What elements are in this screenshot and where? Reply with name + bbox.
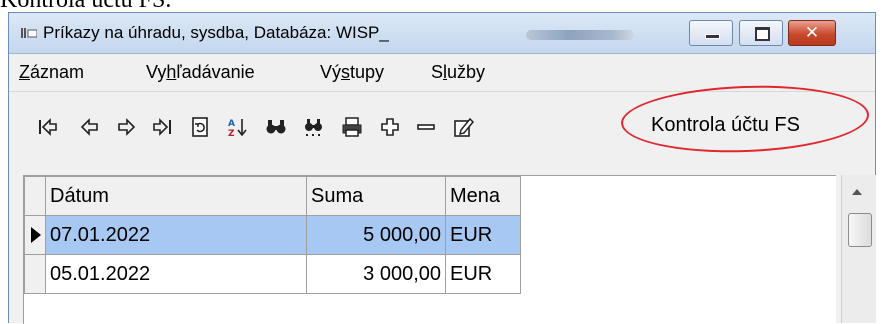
add-record-icon[interactable] xyxy=(379,116,401,138)
scroll-up-arrow-icon[interactable] xyxy=(852,189,862,195)
close-button[interactable]: ✕ xyxy=(788,20,836,46)
menu-vyhladavanie-label-pre: Vy xyxy=(146,62,167,82)
first-record-icon[interactable] xyxy=(37,116,59,138)
indicator-header xyxy=(24,176,46,216)
cell-datum[interactable]: 05.01.2022 xyxy=(45,254,307,294)
menu-vyhladavanie[interactable]: Vyhľadávanie xyxy=(146,62,255,83)
menu-zaznam[interactable]: Záznam xyxy=(19,62,84,83)
column-header-mena[interactable]: Mena xyxy=(445,176,521,216)
minimize-icon xyxy=(705,34,720,39)
records-table: Dátum Suma Mena 07.01.2022 5 000,00 EUR … xyxy=(24,176,521,294)
cell-mena[interactable]: EUR xyxy=(445,254,521,294)
menu-vystupy-accelerator: s xyxy=(341,62,351,82)
redacted-region xyxy=(526,30,634,40)
vertical-scrollbar[interactable] xyxy=(841,175,876,323)
column-header-datum[interactable]: Dátum xyxy=(45,176,307,216)
grid-header-row: Dátum Suma Mena xyxy=(24,176,521,216)
print-icon[interactable] xyxy=(341,116,363,138)
menu-vystupy[interactable]: Výstupy xyxy=(320,62,384,83)
close-icon: ✕ xyxy=(804,23,820,43)
maximize-button[interactable] xyxy=(739,20,783,46)
menu-sluzby-label-post: užby xyxy=(447,62,486,82)
menu-bar: Záznam Vyhľadávanie Výstupy Služby xyxy=(9,54,875,90)
menu-vyhladavanie-accelerator: h xyxy=(166,62,177,82)
find-icon[interactable] xyxy=(265,116,287,138)
row-indicator xyxy=(24,254,46,294)
table-row[interactable]: 07.01.2022 5 000,00 EUR xyxy=(24,215,521,255)
menu-sluzby-label-pre: S xyxy=(431,62,444,82)
current-row-arrow-icon xyxy=(31,227,41,243)
next-record-icon[interactable] xyxy=(115,116,137,138)
menu-zaznam-accelerator: Z xyxy=(19,62,30,82)
menu-vystupy-label-pre: Vý xyxy=(320,62,342,82)
menu-sluzby[interactable]: Služby xyxy=(431,62,485,83)
cell-suma[interactable]: 5 000,00 xyxy=(306,215,446,255)
window-title: Príkazy na úhradu, sysdba, Databáza: WIS… xyxy=(43,23,389,42)
highlight-annotation xyxy=(619,81,871,157)
delete-record-icon[interactable] xyxy=(415,116,437,138)
row-indicator xyxy=(24,215,46,255)
svg-text:Z: Z xyxy=(228,129,235,138)
records-grid: Dátum Suma Mena 07.01.2022 5 000,00 EUR … xyxy=(23,175,836,324)
cell-suma[interactable]: 3 000,00 xyxy=(306,254,446,294)
menu-zaznam-label-post: áznam xyxy=(30,62,85,82)
find-next-icon[interactable] xyxy=(303,116,325,138)
cell-mena[interactable]: EUR xyxy=(445,215,521,255)
table-row[interactable]: 05.01.2022 3 000,00 EUR xyxy=(24,254,521,294)
minimize-button[interactable] xyxy=(689,20,733,46)
menu-vyhladavanie-label-post: ľadávanie xyxy=(176,62,255,82)
last-record-icon[interactable] xyxy=(151,116,173,138)
svg-text:A: A xyxy=(228,119,235,129)
refresh-icon[interactable] xyxy=(189,116,211,138)
edit-record-icon[interactable] xyxy=(453,116,475,138)
prev-record-icon[interactable] xyxy=(79,116,101,138)
toolbar: AZ Kontrola účtu FS xyxy=(9,81,875,164)
app-icon xyxy=(21,28,37,38)
maximize-icon xyxy=(755,27,770,41)
cell-datum[interactable]: 07.01.2022 xyxy=(45,215,307,255)
title-bar[interactable]: Príkazy na úhradu, sysdba, Databáza: WIS… xyxy=(9,13,875,54)
sort-az-icon[interactable]: AZ xyxy=(227,116,249,139)
column-header-suma[interactable]: Suma xyxy=(306,176,446,216)
menu-vystupy-label-post: tupy xyxy=(350,62,385,82)
scroll-thumb[interactable] xyxy=(848,213,872,247)
app-window: Príkazy na úhradu, sysdba, Databáza: WIS… xyxy=(8,12,876,324)
